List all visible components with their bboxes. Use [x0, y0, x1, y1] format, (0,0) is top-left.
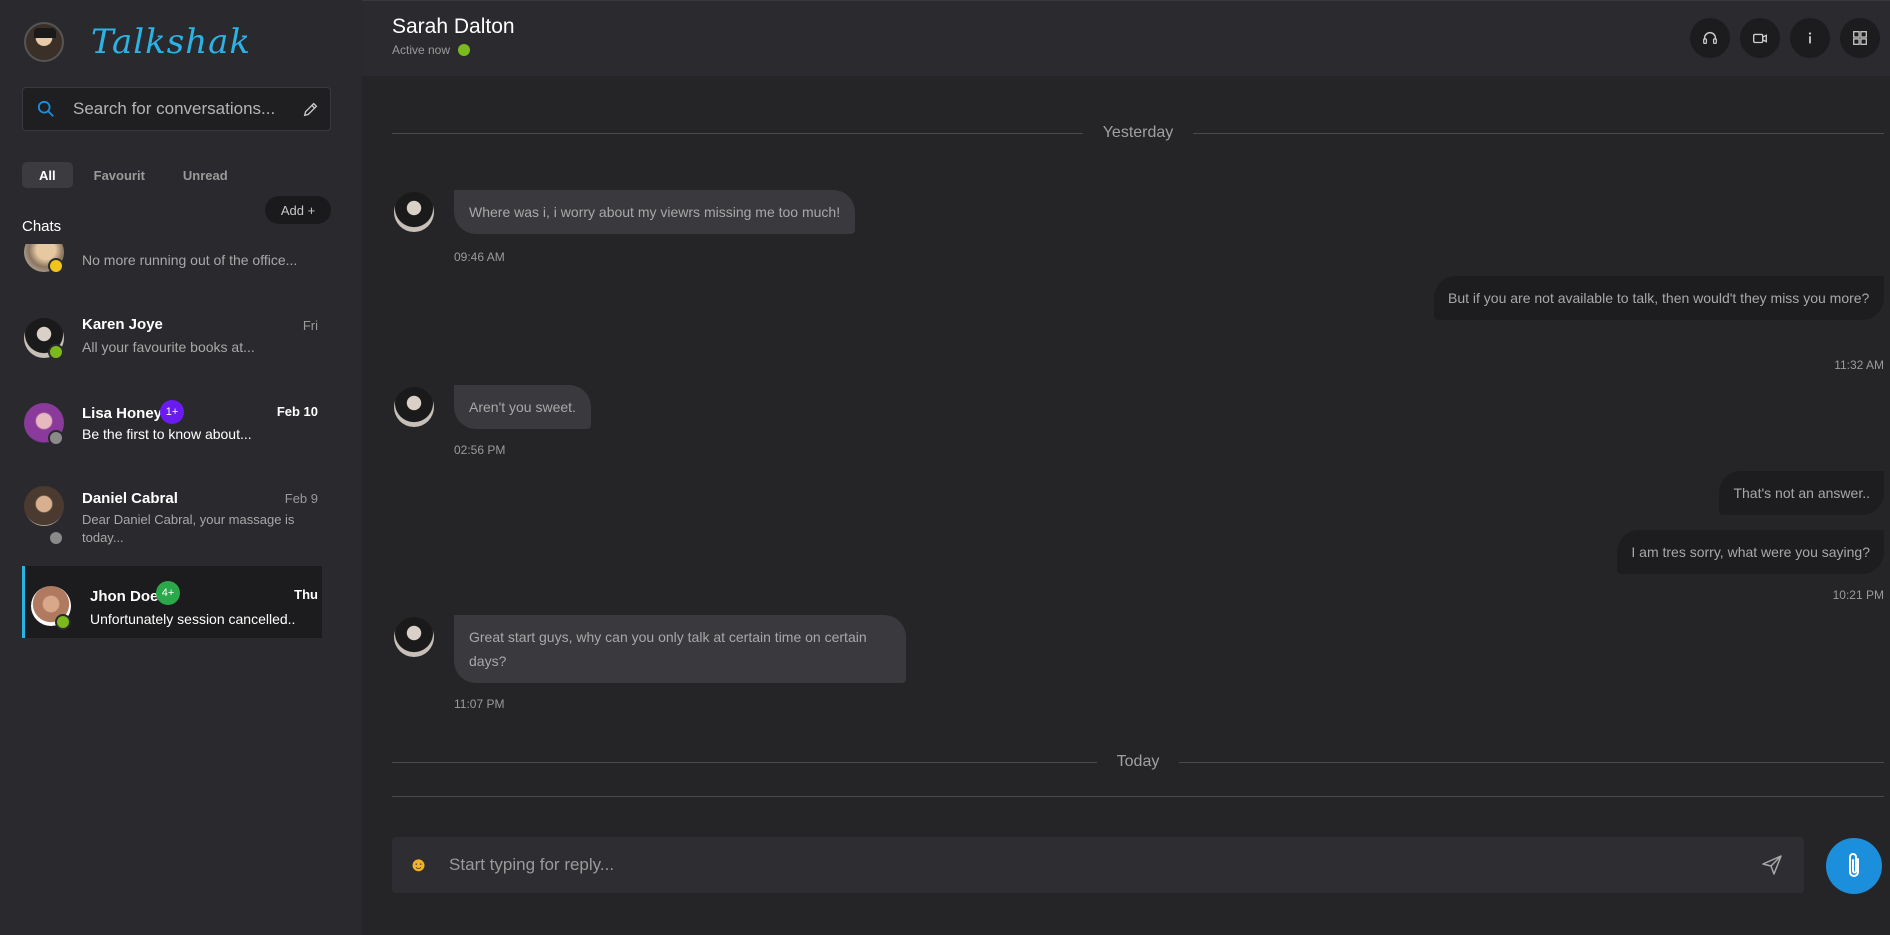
add-chat-button[interactable]: Add +: [265, 196, 331, 224]
unread-badge: 4+: [156, 581, 180, 605]
day-divider-today: Today: [392, 752, 1885, 772]
info-button[interactable]: [1790, 18, 1830, 58]
message-outgoing: I am tres sorry, what were you saying? 1…: [1462, 530, 1884, 610]
status-dot: [48, 344, 64, 360]
grid-icon: [1853, 31, 1867, 45]
brand-logo: Talkshak: [91, 22, 252, 62]
conversation-panel: Sarah Dalton Active now Yesterday Where …: [362, 0, 1890, 935]
message-time: 09:46 AM: [454, 250, 505, 264]
sidebar: Talkshak Search for conversations... All…: [0, 0, 362, 935]
divider-line: [392, 132, 1083, 134]
chat-preview: Be the first to know about...: [82, 426, 252, 442]
message-incoming: Aren't you sweet. 02:56 PM: [394, 385, 794, 465]
message-time: 10:21 PM: [1832, 588, 1884, 602]
chat-date: Feb 9: [284, 491, 318, 506]
status-dot: [48, 430, 64, 446]
chat-name: Karen Joye: [82, 316, 163, 333]
chat-preview: Dear Daniel Cabral, your massage is toda…: [82, 512, 295, 545]
online-dot: [458, 44, 471, 56]
chat-date: Thu: [294, 587, 318, 602]
chat-name: Lisa Honey: [82, 405, 163, 422]
tab-favourit[interactable]: Favourit: [77, 162, 162, 188]
search-icon: [37, 100, 54, 117]
video-call-button[interactable]: [1740, 18, 1780, 58]
app: Talkshak Search for conversations... All…: [0, 0, 1890, 935]
chat-list: No more running out of the office... Kar…: [22, 244, 322, 664]
chat-date: Fri: [302, 318, 318, 333]
presence-status: Active now: [392, 43, 471, 57]
unread-badge: 1+: [160, 400, 184, 424]
status-dot: [48, 530, 64, 546]
divider-line: [1193, 132, 1885, 134]
chat-item-partial[interactable]: No more running out of the office...: [22, 244, 322, 292]
video-icon: [1753, 33, 1767, 44]
divider-line: [1179, 761, 1885, 763]
message-time: 11:07 PM: [454, 697, 505, 711]
divider-line: [392, 761, 1097, 763]
sender-avatar: [394, 617, 434, 657]
day-divider-yesterday: Yesterday: [392, 123, 1885, 143]
message-incoming: Great start guys, why can you only talk …: [394, 615, 914, 715]
message-bubble[interactable]: Aren't you sweet.: [454, 385, 591, 429]
search-box[interactable]: Search for conversations...: [22, 87, 331, 131]
chat-preview: No more running out of the office...: [82, 252, 298, 268]
chats-heading: Chats: [22, 218, 62, 235]
chat-preview: All your favourite books at...: [82, 339, 255, 355]
message-outgoing: That's not an answer..: [1462, 471, 1884, 523]
reply-input[interactable]: Start typing for reply...: [449, 855, 1760, 875]
tab-all[interactable]: All: [22, 162, 73, 188]
status-dot: [48, 258, 64, 274]
message-time: 02:56 PM: [454, 443, 506, 457]
emoji-icon[interactable]: ☻: [408, 854, 429, 877]
message-time: 11:32 AM: [1834, 358, 1884, 372]
divider-label: Today: [1116, 753, 1160, 770]
sender-avatar: [394, 387, 434, 427]
user-avatar[interactable]: [24, 22, 64, 62]
chat-preview: Unfortunately session cancelled..: [90, 611, 296, 627]
chat-item-lisa-honey[interactable]: Lisa Honey 1+ Feb 10 Be the first to kno…: [22, 400, 322, 460]
sidebar-header: Talkshak: [24, 22, 251, 62]
composer-separator: [392, 796, 1884, 797]
headset-icon: [1703, 31, 1717, 45]
chat-item-daniel-cabral[interactable]: Daniel Cabral Feb 9 Dear Daniel Cabral, …: [22, 486, 322, 556]
chat-item-karen-joye[interactable]: Karen Joye Fri All your favourite books …: [22, 316, 322, 376]
chat-name: Daniel Cabral: [82, 490, 178, 507]
message-outgoing: But if you are not available to talk, th…: [1432, 276, 1884, 376]
paperclip-icon: [1849, 853, 1859, 877]
info-icon: [1808, 32, 1812, 44]
sender-avatar: [394, 192, 434, 232]
attach-button[interactable]: [1826, 838, 1882, 894]
avatar: [24, 486, 64, 526]
search-input[interactable]: Search for conversations...: [73, 99, 302, 119]
apps-button[interactable]: [1840, 18, 1880, 58]
message-bubble[interactable]: Where was i, i worry about my viewrs mis…: [454, 190, 856, 234]
message-bubble[interactable]: I am tres sorry, what were you saying?: [1617, 530, 1884, 574]
message-bubble[interactable]: Great start guys, why can you only talk …: [454, 615, 906, 683]
conversation-header: Sarah Dalton Active now: [362, 0, 1890, 76]
pencil-icon[interactable]: [302, 100, 320, 118]
message-bubble[interactable]: That's not an answer..: [1719, 471, 1884, 515]
message-incoming: Where was i, i worry about my viewrs mis…: [394, 190, 894, 270]
contact-name: Sarah Dalton: [392, 15, 515, 38]
filter-tabs: All Favourit Unread: [22, 162, 249, 188]
divider-label: Yesterday: [1102, 124, 1174, 141]
message-bubble[interactable]: But if you are not available to talk, th…: [1434, 276, 1884, 320]
tab-unread[interactable]: Unread: [166, 162, 245, 188]
chat-name: Jhon Doe: [90, 588, 159, 605]
presence-label: Active now: [392, 43, 451, 57]
send-icon[interactable]: [1760, 853, 1784, 877]
call-button[interactable]: [1690, 18, 1730, 58]
message-composer: ☻ Start typing for reply...: [392, 837, 1804, 893]
header-actions: [1680, 18, 1880, 58]
chat-item-jhon-doe[interactable]: Jhon Doe 4+ Thu Unfortunately session ca…: [22, 566, 322, 638]
status-dot: [55, 614, 71, 630]
chat-date: Feb 10: [276, 404, 318, 419]
